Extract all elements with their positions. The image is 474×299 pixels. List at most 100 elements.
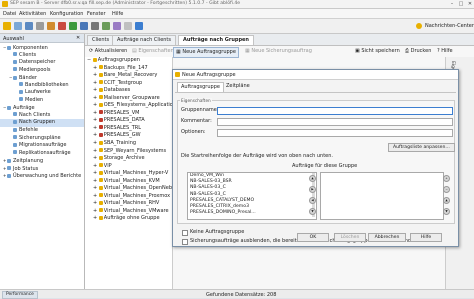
info-icon[interactable] (135, 22, 143, 30)
cancel-button[interactable]: Abbrechen (368, 233, 406, 242)
tab-jobs-by-group[interactable]: Aufträge nach Gruppen (178, 35, 254, 45)
down-job-icon[interactable]: ▼ (443, 208, 450, 215)
comment-input[interactable] (217, 118, 453, 126)
news-center-link[interactable]: Nachrichten-Center (425, 23, 474, 29)
move-up-icon[interactable]: ▲ (309, 175, 316, 182)
help-button[interactable]: ? Hilfe (435, 47, 455, 56)
menu-item-activities[interactable]: Aktivitäten (19, 11, 46, 17)
clients-icon[interactable] (25, 22, 33, 30)
expand-plus-icon[interactable]: + (93, 117, 99, 123)
performance-tab[interactable]: Performance (2, 291, 38, 299)
group-item[interactable]: + VIP (85, 163, 172, 171)
expand-plus-icon[interactable]: + (93, 80, 99, 86)
group-item[interactable]: + PRESALES_GW (85, 132, 172, 140)
close-icon[interactable]: ✕ (76, 35, 80, 41)
group-item[interactable]: + CCIT_Testgroup (85, 80, 172, 88)
move-right-icon[interactable]: ▶ (309, 186, 316, 193)
group-item[interactable]: + Virtual_Machines_KVM (85, 178, 172, 186)
tree-item[interactable]: + Job Status (0, 165, 84, 173)
group-item[interactable]: + Mailserver_Groupware (85, 95, 172, 103)
maximize-icon[interactable]: □ (457, 1, 465, 7)
expand-plus-icon[interactable]: + (93, 148, 99, 154)
group-item[interactable]: + PRESALES_VM (85, 110, 172, 118)
delete-button[interactable]: Löschen (334, 233, 366, 242)
tree-item[interactable]: Sicherungspläne (0, 135, 84, 143)
tree-item[interactable]: Nach Gruppen (0, 119, 84, 128)
tree-item[interactable]: − Komponenten (0, 44, 84, 52)
expand-plus-icon[interactable]: + (93, 155, 99, 161)
job-list-item[interactable]: PRESALES_DOMINO_Presal... (188, 210, 316, 216)
tree-item[interactable]: + Überwachung und Berichte (0, 172, 84, 180)
expand-plus-icon[interactable]: + (93, 215, 99, 221)
tree-item[interactable]: − Aufträge (0, 104, 84, 112)
schedule-icon[interactable] (80, 22, 88, 30)
close-icon[interactable]: ✕ (466, 1, 474, 7)
expand-plus-icon[interactable]: + (93, 163, 99, 169)
minimize-icon[interactable]: – (448, 1, 456, 7)
group-name-input[interactable] (217, 107, 453, 115)
monitor-icon[interactable] (14, 22, 22, 30)
expand-plus-icon[interactable]: + (93, 102, 99, 108)
tree-item[interactable]: Laufwerke (0, 89, 84, 97)
tree-item[interactable]: Migrationsaufträge (0, 142, 84, 150)
tree-item[interactable]: Befehle (0, 127, 84, 135)
group-item[interactable]: + Virtual_Machines_Proxmox (85, 193, 172, 201)
tree-item[interactable]: Datenspeicher (0, 59, 84, 67)
tree-item[interactable]: Bandbibliotheken (0, 82, 84, 90)
expand-plus-icon[interactable]: + (93, 193, 99, 199)
expand-plus-icon[interactable]: + (93, 87, 99, 93)
tree-item[interactable]: Clients (0, 52, 84, 60)
group-item[interactable]: + Storage_Archive (85, 155, 172, 163)
expand-plus-icon[interactable]: + (93, 65, 99, 71)
properties-button[interactable]: ▤ Eigenschaften (130, 47, 176, 56)
expand-plus-icon[interactable]: + (93, 110, 99, 116)
expand-plus-icon[interactable]: + (93, 95, 99, 101)
remove-job-icon[interactable]: − (443, 186, 450, 193)
options-input[interactable] (217, 129, 453, 137)
expand-plus-icon[interactable]: + (93, 185, 99, 191)
group-item[interactable]: + PRESALES_DATA (85, 117, 172, 125)
expand-plus-icon[interactable]: + (93, 72, 99, 78)
tab-job-group[interactable]: Auftragsgruppe (177, 82, 224, 92)
menu-item-window[interactable]: Fenster (87, 11, 106, 17)
report-icon[interactable] (113, 22, 121, 30)
drive-icon[interactable] (36, 22, 44, 30)
save-view-button[interactable]: ▣ Sicht speichern (353, 47, 402, 56)
ok-button[interactable]: OK (297, 233, 329, 242)
restore-icon[interactable] (91, 22, 99, 30)
log-icon[interactable] (124, 22, 132, 30)
expand-plus-icon[interactable]: + (93, 208, 99, 214)
add-job-icon[interactable]: + (443, 175, 450, 182)
media-icon[interactable] (58, 22, 66, 30)
group-item[interactable]: + SEP_Weyarn_Filesystems (85, 148, 172, 156)
tape-icon[interactable] (47, 22, 55, 30)
refresh-button[interactable]: ⟳ Aktualisieren (87, 47, 129, 56)
available-jobs-list[interactable] (320, 172, 444, 220)
expand-plus-icon[interactable]: + (93, 170, 99, 176)
job-icon[interactable] (69, 22, 77, 30)
tab-jobs-by-client[interactable]: Aufträge nach Clients (112, 35, 177, 45)
expand-plus-icon[interactable]: + (93, 125, 99, 131)
group-item[interactable]: + Virtual_Machines_Hyper-V (85, 170, 172, 178)
tree-item[interactable]: Nach Clients (0, 112, 84, 120)
up-job-icon[interactable]: ▲ (443, 197, 450, 204)
tree-item[interactable]: + Zeitplanung (0, 157, 84, 165)
group-item[interactable]: + Virtual_Machines_OpenNebula (85, 185, 180, 193)
group-item[interactable]: + PRESALES_TRL (85, 125, 172, 133)
group-item[interactable]: + Virtual_Machines_VMware (85, 208, 172, 216)
new-group-button[interactable]: ▦ Neue Auftragsgruppe (173, 47, 239, 58)
expand-minus-icon[interactable]: − (87, 57, 93, 63)
group-item[interactable]: + OES_Filesystems_Application (85, 102, 176, 110)
tab-schedules[interactable]: Zeitpläne (223, 82, 253, 91)
menu-item-configuration[interactable]: Konfiguration (50, 11, 83, 17)
tab-clients[interactable]: Clients (87, 35, 115, 45)
expand-plus-icon[interactable]: + (93, 200, 99, 206)
tree-item[interactable]: − Bänder (0, 74, 84, 82)
move-left-icon[interactable]: ◀ (309, 197, 316, 204)
tree-item[interactable]: Medienpools (0, 67, 84, 75)
group-tree-root[interactable]: − Auftragsgruppen (85, 57, 172, 65)
expand-plus-icon[interactable]: + (93, 178, 99, 184)
menu-item-help[interactable]: Hilfe (112, 11, 123, 17)
group-item[interactable]: + Virtual_Machines_RHV (85, 200, 172, 208)
dialog-help-button[interactable]: Hilfe (410, 233, 442, 242)
